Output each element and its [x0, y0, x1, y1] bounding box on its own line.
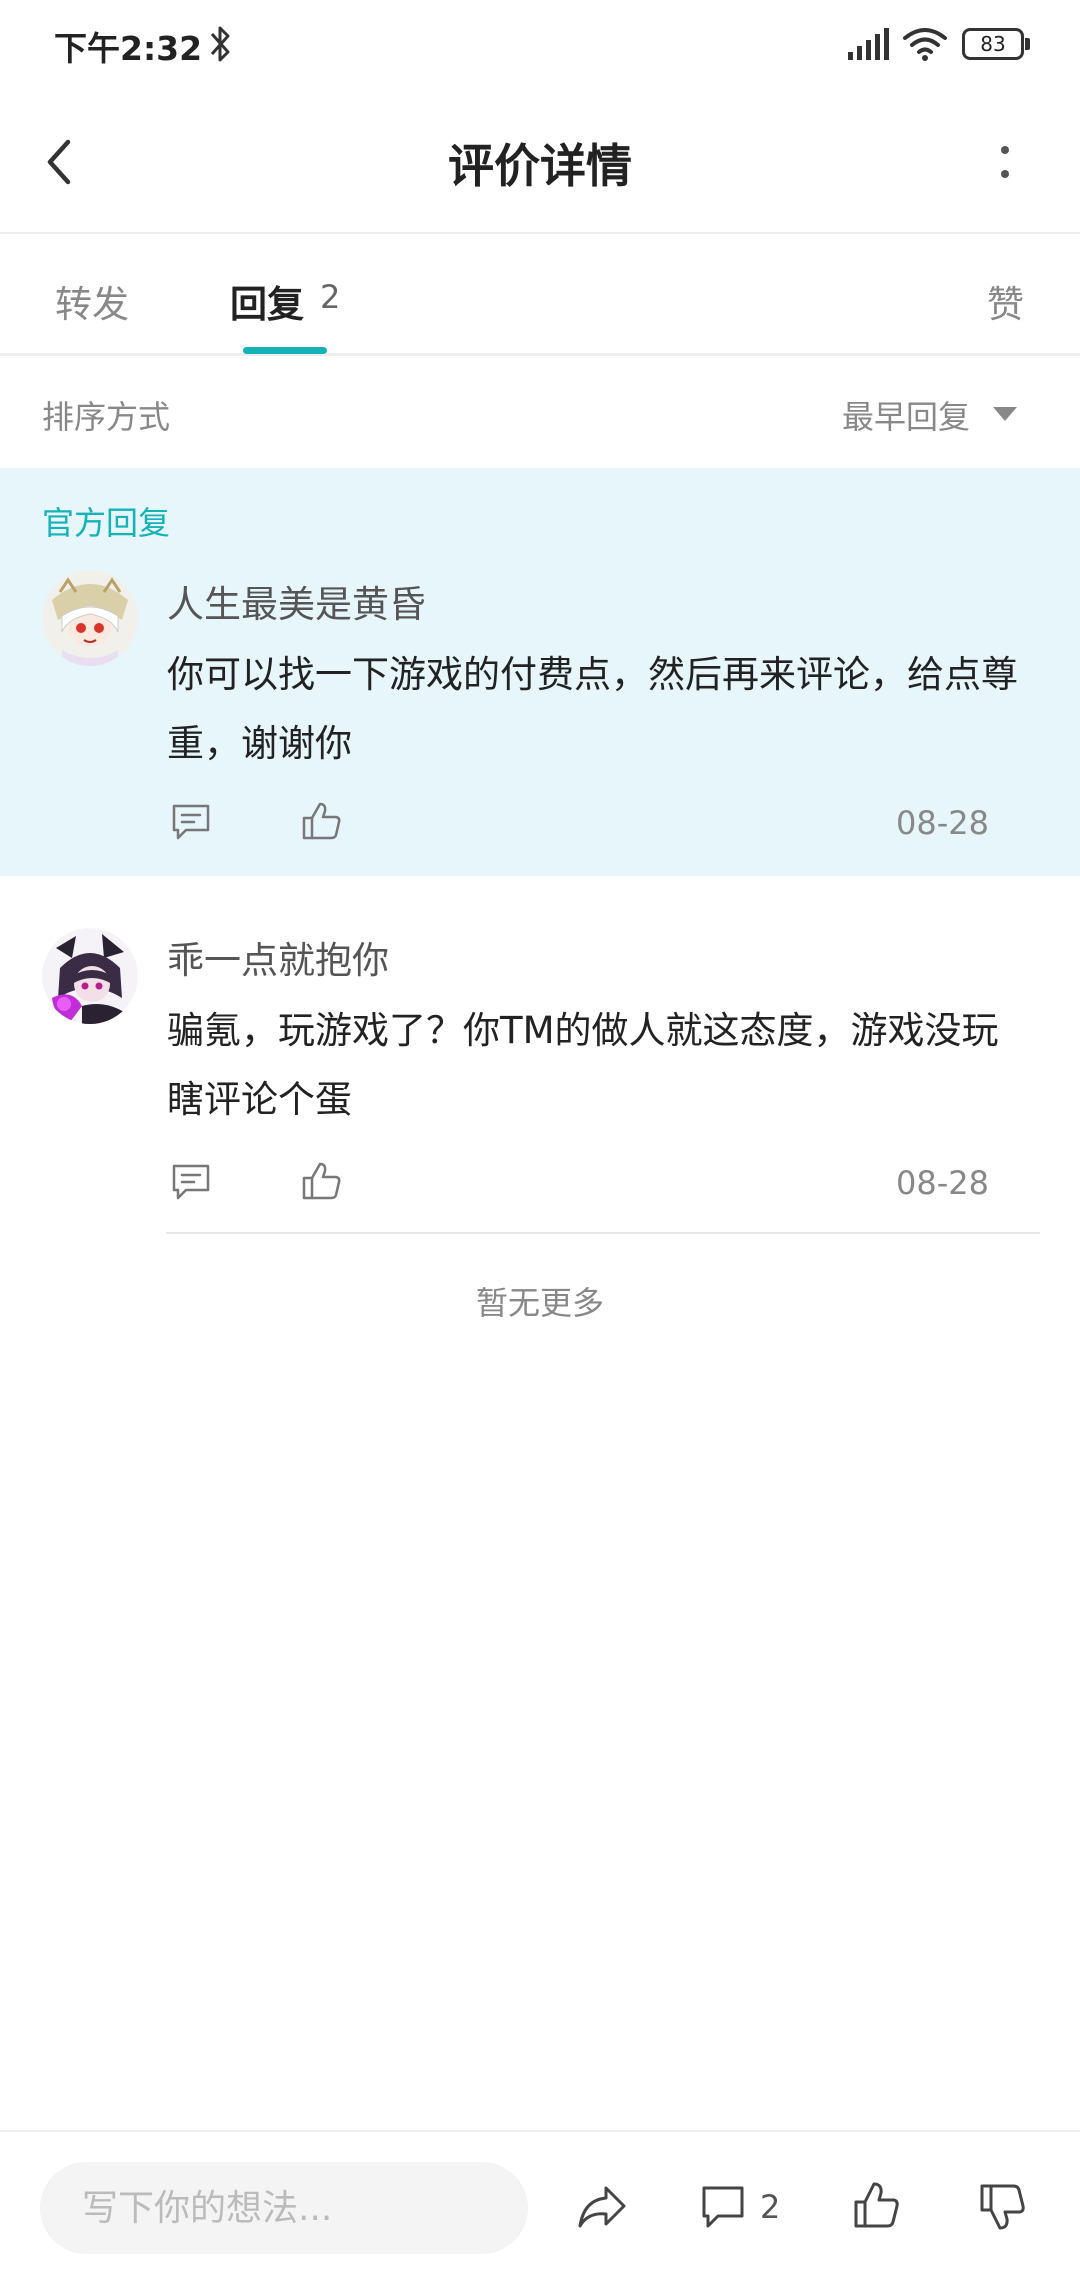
comment-text: 骗氪，玩游戏了？你TM的做人就这态度，游戏没玩瞎评论个蛋: [167, 1009, 999, 1121]
avatar[interactable]: [42, 570, 138, 666]
more-options-icon[interactable]: [990, 134, 1020, 194]
sort-row: 排序方式 最早回复: [0, 358, 1080, 468]
divider: [166, 1232, 1040, 1234]
official-reply-tag: 官方回复: [42, 504, 171, 542]
bluetooth-icon: [210, 26, 230, 62]
tab-bar: 转发 回复 2 赞: [0, 236, 1080, 356]
thumbs-up-icon[interactable]: [300, 800, 342, 842]
sort-dropdown[interactable]: 最早回复: [842, 392, 970, 438]
status-time: 下午2:32: [54, 29, 203, 68]
title-bar: 评价详情: [0, 90, 1080, 234]
no-more-text: 暂无更多: [475, 1284, 604, 1322]
caret-down-icon[interactable]: [992, 406, 1018, 422]
sort-label: 排序方式: [42, 398, 171, 436]
thumbs-up-icon[interactable]: [852, 2180, 900, 2230]
wifi-icon: [903, 28, 947, 61]
status-bar: 下午2:32 83: [0, 0, 1080, 90]
thumbs-up-icon[interactable]: [300, 1160, 342, 1202]
comment-date: 08-28: [896, 804, 989, 842]
reply-icon[interactable]: [170, 802, 212, 842]
reply-item: 乖一点就抱你 骗氪，玩游戏了？你TM的做人就这态度，游戏没玩瞎评论个蛋 08-2…: [0, 876, 1080, 1236]
comment-bubble-icon[interactable]: [700, 2184, 746, 2230]
reply-icon[interactable]: [170, 1162, 212, 1202]
tab-forward[interactable]: 转发: [55, 274, 129, 328]
comment-date: 08-28: [896, 1164, 989, 1202]
comment-username[interactable]: 人生最美是黄昏: [167, 574, 426, 628]
battery-level: 83: [962, 28, 1024, 60]
official-reply-item: 官方回复 人生最美是黄昏 你可以找一下游戏的付费点，然后再来评论，给点尊重，谢谢…: [0, 468, 1080, 876]
avatar[interactable]: [42, 928, 138, 1024]
comment-count: 2: [760, 2188, 781, 2226]
tab-reply[interactable]: 回复: [230, 274, 304, 328]
tab-like[interactable]: 赞: [987, 274, 1024, 328]
tab-reply-count: 2: [320, 278, 341, 316]
share-icon[interactable]: [576, 2182, 628, 2232]
thumbs-down-icon[interactable]: [978, 2182, 1026, 2234]
signal-icon: [848, 28, 889, 60]
battery-cap: [1025, 38, 1030, 50]
active-tab-indicator: [243, 347, 327, 354]
comment-text: 你可以找一下游戏的付费点，然后再来评论，给点尊重，谢谢你: [167, 653, 1018, 765]
comment-input[interactable]: [40, 2162, 528, 2254]
battery-indicator: 83: [962, 28, 1030, 60]
page-title: 评价详情: [448, 139, 632, 193]
bottom-action-bar: 2: [0, 2130, 1080, 2280]
comment-username[interactable]: 乖一点就抱你: [167, 930, 389, 984]
